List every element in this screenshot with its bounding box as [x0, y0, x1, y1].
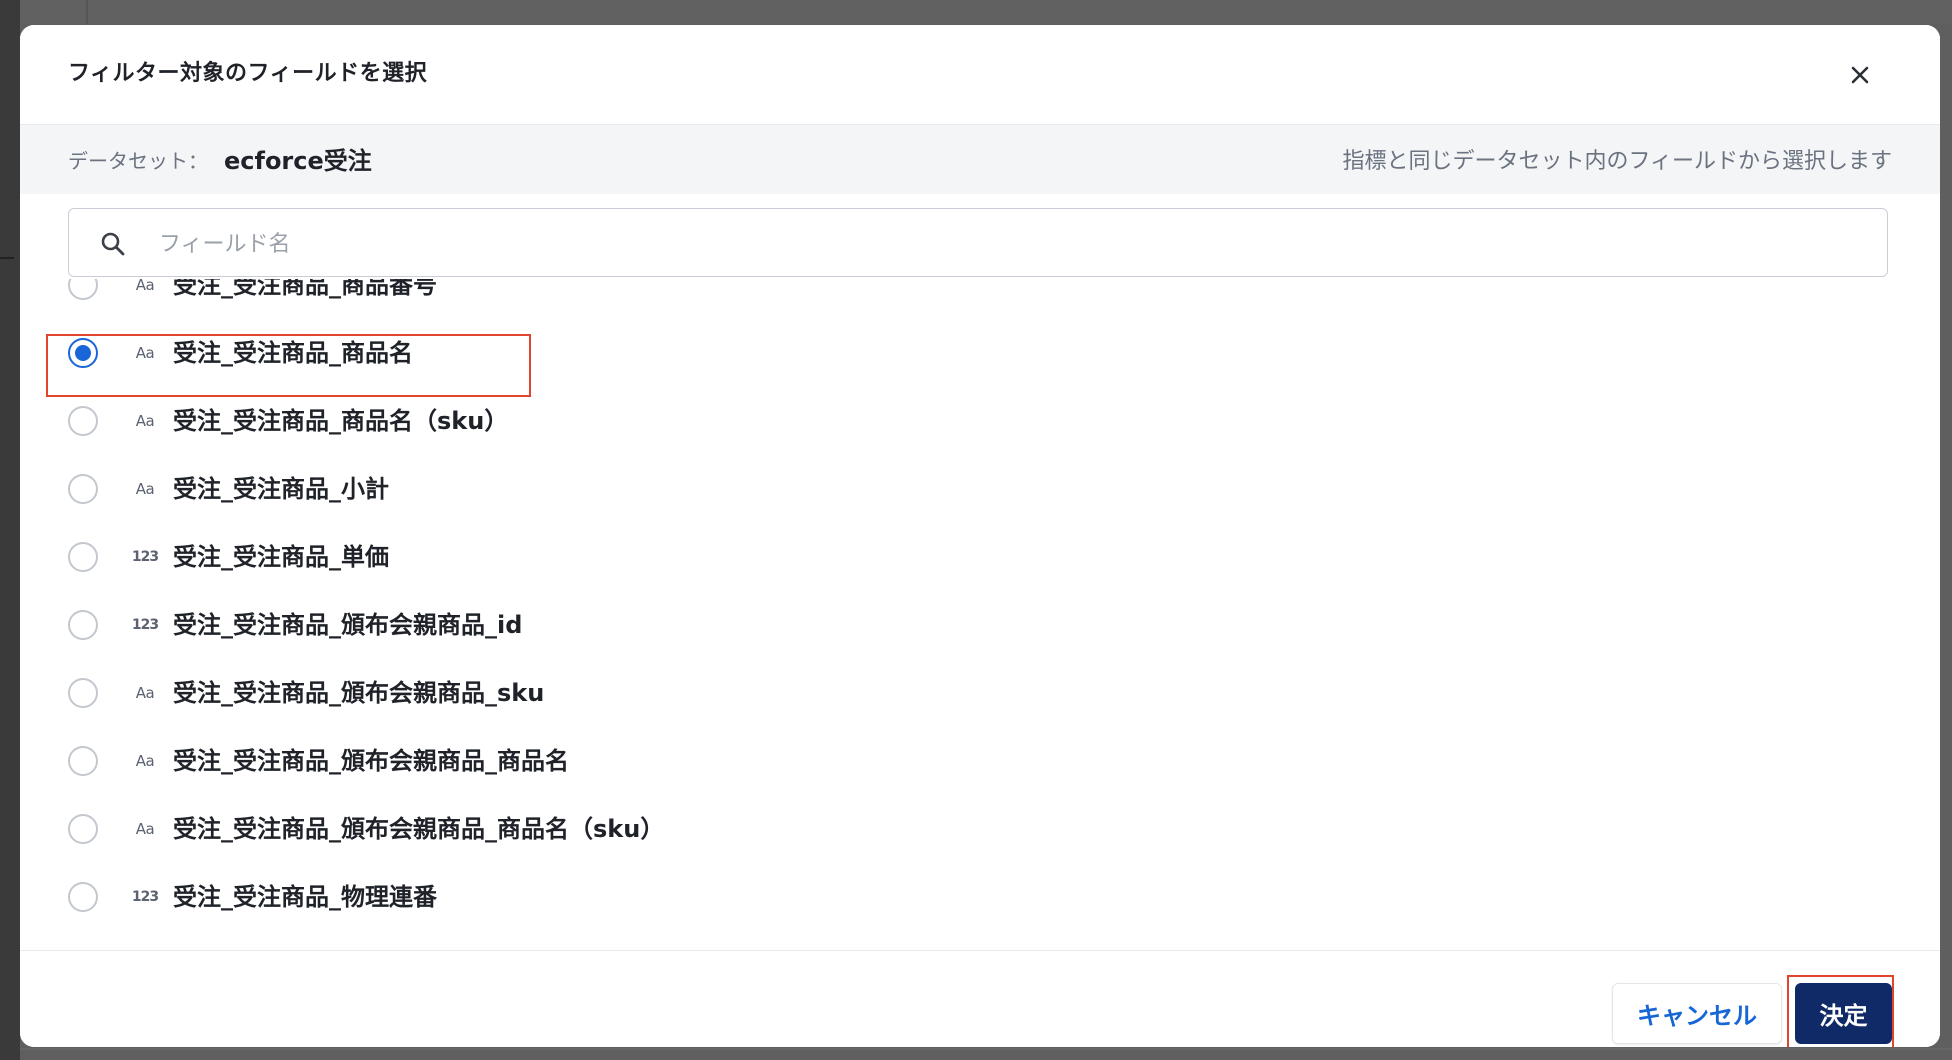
field-label: 受注_受注商品_頒布会親商品_商品名 — [173, 747, 569, 775]
field-label: 受注_受注商品_頒布会親商品_id — [173, 611, 523, 639]
dialog-footer: キャンセル 決定 — [20, 950, 1940, 1047]
radio-button[interactable] — [68, 882, 98, 912]
radio-button[interactable] — [68, 610, 98, 640]
radio-button[interactable] — [68, 542, 98, 572]
dialog-header: フィルター対象のフィールドを選択 — [20, 25, 1940, 125]
dataset-label: データセット： — [68, 149, 208, 173]
dialog-title: フィルター対象のフィールドを選択 — [68, 61, 428, 86]
field-row[interactable]: Aa 受注_受注商品_頒布会親商品_商品名 — [20, 729, 1940, 797]
radio-button[interactable] — [68, 746, 98, 776]
search-icon — [101, 232, 125, 256]
field-label: 受注_受注商品_商品番号 — [173, 279, 437, 299]
field-row[interactable]: Aa 受注_受注商品_頒布会親商品_sku — [20, 661, 1940, 729]
radio-button[interactable] — [68, 814, 98, 844]
field-label: 受注_受注商品_単価 — [173, 543, 389, 571]
field-row[interactable]: Aa 受注_受注商品_小計 — [20, 457, 1940, 525]
text-type-icon: Aa — [135, 480, 155, 498]
field-label: 受注_受注商品_頒布会親商品_sku — [173, 679, 545, 707]
field-row-selected[interactable]: Aa 受注_受注商品_商品名 — [20, 321, 1940, 389]
text-type-icon: Aa — [135, 279, 155, 294]
number-type-icon: 123 — [131, 617, 159, 633]
text-type-icon: Aa — [135, 412, 155, 430]
dataset-name: ecforce受注 — [224, 147, 372, 175]
number-type-icon: 123 — [131, 889, 159, 905]
field-label: 受注_受注商品_商品名（sku） — [173, 407, 509, 435]
backdrop-top — [0, 0, 1952, 24]
backdrop-divider — [0, 257, 14, 259]
field-label: 受注_受注商品_頒布会親商品_商品名（sku） — [173, 815, 665, 843]
cancel-button[interactable]: キャンセル — [1612, 983, 1782, 1044]
text-type-icon: Aa — [135, 752, 155, 770]
dataset-bar: データセット： ecforce受注 指標と同じデータセット内のフィールドから選択… — [20, 125, 1940, 194]
text-type-icon: Aa — [135, 820, 155, 838]
field-row[interactable]: Aa 受注_受注商品_頒布会親商品_商品名（sku） — [20, 797, 1940, 865]
field-label: 受注_受注商品_商品名 — [173, 339, 413, 367]
radio-button[interactable] — [68, 474, 98, 504]
search-box[interactable] — [68, 208, 1888, 277]
field-list-viewport[interactable]: Aa 受注_受注商品_商品番号 Aa 受注_受注商品_商品名 Aa 受注_受注商… — [20, 279, 1940, 950]
backdrop-left — [0, 0, 20, 1060]
field-list: Aa 受注_受注商品_商品番号 Aa 受注_受注商品_商品名 Aa 受注_受注商… — [20, 279, 1940, 933]
close-button[interactable] — [1840, 55, 1880, 95]
field-row[interactable]: 123 受注_受注商品_物理連番 — [20, 865, 1940, 933]
backdrop-divider — [86, 0, 88, 24]
radio-button-checked[interactable] — [68, 338, 98, 368]
close-icon — [1851, 66, 1869, 84]
text-type-icon: Aa — [135, 684, 155, 702]
field-row[interactable]: Aa 受注_受注商品_商品番号 — [20, 279, 1940, 321]
field-label: 受注_受注商品_小計 — [173, 475, 389, 503]
search-input[interactable] — [157, 221, 1861, 267]
radio-button[interactable] — [68, 406, 98, 436]
number-type-icon: 123 — [131, 549, 159, 565]
radio-button[interactable] — [68, 279, 98, 300]
confirm-button[interactable]: 決定 — [1795, 983, 1892, 1044]
text-type-icon: Aa — [135, 344, 155, 362]
radio-button[interactable] — [68, 678, 98, 708]
field-row[interactable]: 123 受注_受注商品_頒布会親商品_id — [20, 593, 1940, 661]
backdrop-divider — [20, 1048, 1952, 1050]
field-select-dialog: フィルター対象のフィールドを選択 データセット： ecforce受注 指標と同じ… — [20, 25, 1940, 1047]
field-label: 受注_受注商品_物理連番 — [173, 883, 437, 911]
field-row[interactable]: 123 受注_受注商品_単価 — [20, 525, 1940, 593]
field-row[interactable]: Aa 受注_受注商品_商品名（sku） — [20, 389, 1940, 457]
dataset-hint: 指標と同じデータセット内のフィールドから選択します — [1342, 149, 1892, 174]
